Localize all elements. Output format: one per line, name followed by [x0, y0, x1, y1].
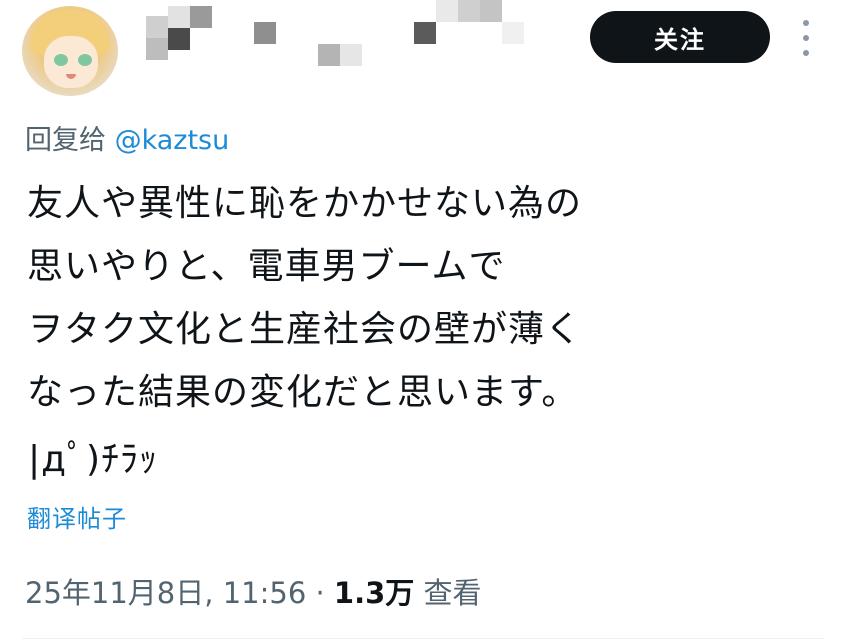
tweet-text-line: 思いやりと、電車男ブームで: [27, 246, 506, 287]
tweet-meta: 25年11月8日, 11:56 · 1.3万 查看: [25, 570, 482, 612]
more-vertical-icon[interactable]: [796, 20, 816, 56]
avatar-eye-left: [54, 54, 68, 66]
follow-button[interactable]: 关注: [590, 11, 770, 63]
timestamp-link[interactable]: 25年11月8日, 11:56: [25, 576, 306, 610]
meta-separator: ·: [306, 576, 334, 610]
reply-prefix: 回复给: [25, 125, 106, 156]
divider: [22, 638, 824, 639]
tweet-text-line: なった結果の変化だと思います。: [27, 372, 579, 413]
tweet-kaomoji: |дﾟ)ﾁﾗｯ: [28, 439, 159, 480]
views-count: 1.3万: [333, 576, 415, 610]
translate-post-link[interactable]: 翻译帖子: [27, 499, 127, 534]
avatar-eye-right: [78, 54, 92, 66]
reply-handle-link[interactable]: @kaztsu: [115, 125, 230, 156]
more-dot: [803, 20, 809, 26]
pixelated-display-name[interactable]: [138, 0, 538, 80]
tweet-text-line: 友人や異性に恥をかかせない為の: [27, 183, 583, 224]
tweet-text-line: ヲタク文化と生産社会の壁が薄く: [27, 309, 583, 350]
more-dot: [803, 35, 809, 41]
more-dot: [803, 50, 809, 56]
tweet-text: 友人や異性に恥をかかせない為の 思いやりと、電車男ブームで ヲタク文化と生産社会…: [27, 172, 687, 424]
avatar[interactable]: [22, 6, 118, 96]
tweet-detail: 关注 回复给 @kaztsu 友人や異性に恥をかかせない為の 思いやりと、電車男…: [0, 0, 846, 641]
replying-to: 回复给 @kaztsu: [25, 118, 229, 157]
views-label: 查看: [423, 576, 482, 610]
